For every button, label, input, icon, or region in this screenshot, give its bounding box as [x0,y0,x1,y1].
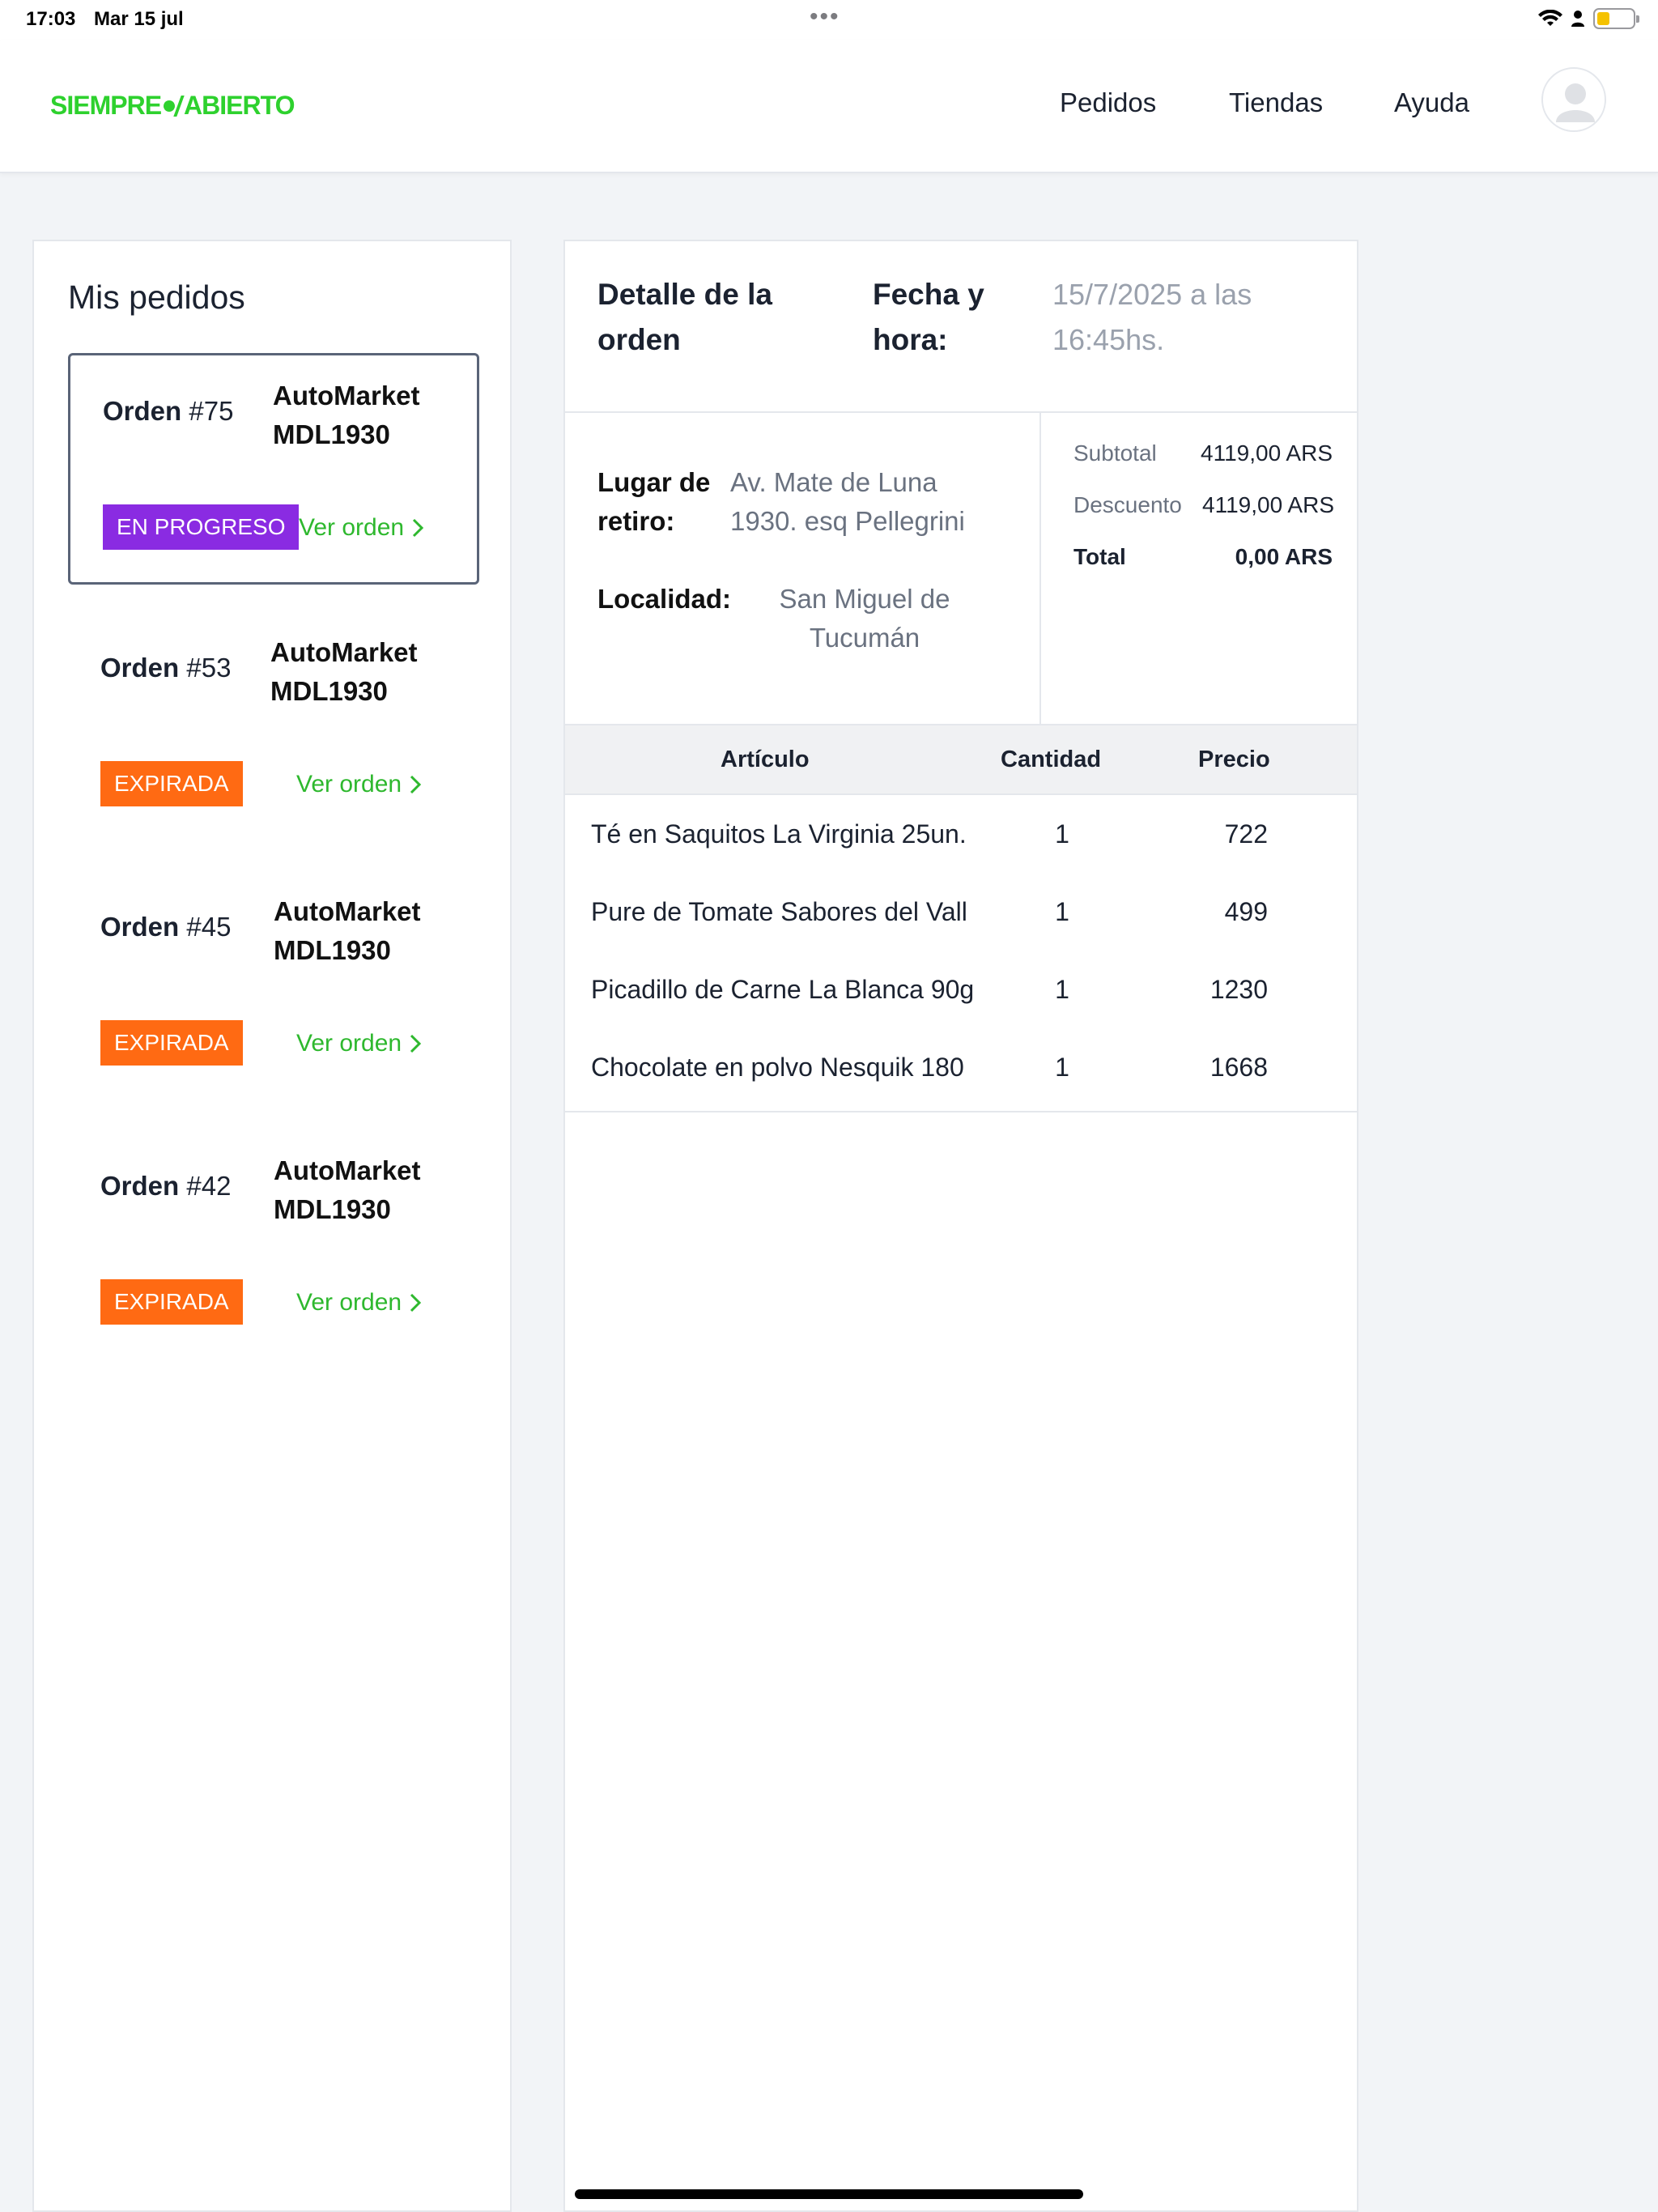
item-quantity: 1 [1055,1053,1069,1082]
ver-orden-link[interactable]: Ver orden [296,1030,423,1057]
order-store: AutoMarket MDL1930 [274,896,421,965]
ver-orden-link[interactable]: Ver orden [296,771,423,798]
order-number: Orden #45 [100,912,231,942]
subtotal-label: Subtotal [1073,440,1157,466]
order-card[interactable]: Orden #45 AutoMarket MDL1930 EXPIRADA Ve… [68,871,479,1103]
order-label: Orden [103,396,182,426]
item-quantity: 1 [1055,819,1069,849]
battery-level [1597,12,1609,25]
status-icons [1538,8,1639,29]
order-id: #45 [186,912,232,942]
locality-value: San Miguel de Tucumán [779,584,950,653]
total-value: 0,00 ARS [1235,544,1333,569]
chevron-right-icon [413,518,424,538]
item-quantity: 1 [1055,897,1069,926]
nav-tiendas[interactable]: Tiendas [1229,87,1323,118]
order-card[interactable]: Orden #42 AutoMarket MDL1930 EXPIRADA Ve… [68,1130,479,1362]
status-badge: EXPIRADA [100,1020,243,1066]
ver-orden-link[interactable]: Ver orden [296,1289,423,1317]
ver-orden-label: Ver orden [299,514,405,541]
order-card[interactable]: Orden #53 AutoMarket MDL1930 EXPIRADA Ve… [68,612,479,844]
table-row: Pure de Tomate Sabores del Vall 1 499 [565,874,1357,952]
divider [565,1111,1357,1112]
status-bar: 17:03 Mar 15 jul ••• [0,0,1658,40]
item-price: 499 [1224,897,1268,926]
status-badge: EN PROGRESO [103,504,300,550]
orders-panel-title: Mis pedidos [68,279,245,316]
order-detail-panel: Detalle de la orden Fecha y hora: 15/7/2… [563,240,1358,2212]
locality-label: Localidad: [597,584,732,614]
ver-orden-label: Ver orden [296,771,402,798]
ver-orden-label: Ver orden [296,1289,402,1316]
status-badge: EXPIRADA [100,761,243,806]
table-row: Chocolate en polvo Nesquik 180 1 1668 [565,1030,1357,1108]
item-price: 722 [1224,819,1268,849]
table-row: Picadillo de Carne La Blanca 90g 1 1230 [565,952,1357,1030]
order-number: Orden #42 [100,1171,231,1202]
order-id: #75 [189,396,234,426]
item-price: 1230 [1209,975,1268,1004]
battery-icon [1593,8,1639,29]
user-avatar-button[interactable] [1541,67,1606,132]
ver-orden-link[interactable]: Ver orden [299,514,425,542]
item-price: 1668 [1209,1053,1268,1082]
table-row: Té en Saquitos La Virginia 25un. 1 722 [565,797,1357,874]
date-value: 15/7/2025 a las 16:45hs. [1052,278,1252,356]
brand-logo[interactable]: SIEMPRE ABIERTO [50,91,295,121]
pickup-label: Lugar de retiro: [597,467,711,536]
item-name: Té en Saquitos La Virginia 25un. [591,819,967,849]
date-label: Fecha y hora: [873,278,984,356]
column-header-articulo: Artículo [721,747,810,772]
column-header-precio: Precio [1198,747,1270,772]
column-header-cantidad: Cantidad [1001,747,1102,772]
divider [565,411,1357,413]
wifi-icon [1538,10,1562,26]
item-name: Pure de Tomate Sabores del Vall [591,897,967,926]
status-date: Mar 15 jul [94,8,184,30]
nav-pedidos[interactable]: Pedidos [1060,87,1156,118]
discount-label: Descuento [1073,492,1182,517]
order-number: Orden #75 [103,396,233,427]
ver-orden-label: Ver orden [296,1030,402,1057]
item-quantity: 1 [1055,975,1069,1004]
person-icon [1571,11,1584,27]
discount-value: 4119,00 ARS [1202,492,1334,517]
order-store: AutoMarket MDL1930 [273,381,420,449]
logo-dot [164,100,176,112]
order-card[interactable]: Orden #75 AutoMarket MDL1930 EN PROGRESO… [68,353,479,585]
order-id: #53 [186,653,232,683]
pickup-value: Av. Mate de Luna 1930. esq Pellegrini [730,467,965,536]
order-store: AutoMarket MDL1930 [270,637,418,706]
order-label: Orden [100,653,180,683]
status-badge: EXPIRADA [100,1279,243,1325]
order-number: Orden #53 [100,653,231,683]
user-avatar-icon [1556,83,1595,122]
divider-vertical [1039,411,1041,724]
logo-text-right: ABIERTO [184,91,295,120]
logo-slash-icon [173,95,185,117]
order-detail-title: Detalle de la orden [597,278,772,356]
nav-ayuda[interactable]: Ayuda [1394,87,1469,118]
home-indicator[interactable] [575,2189,1083,2199]
total-label: Total [1073,544,1126,569]
item-name: Picadillo de Carne La Blanca 90g [591,975,975,1004]
item-name: Chocolate en polvo Nesquik 180 [591,1053,964,1082]
chevron-right-icon [410,1034,422,1053]
order-label: Orden [100,912,180,942]
items-table-header: Artículo Cantidad Precio [565,724,1357,795]
order-label: Orden [100,1171,180,1201]
chevron-right-icon [410,775,422,794]
subtotal-value: 4119,00 ARS [1201,440,1333,466]
top-navbar: SIEMPRE ABIERTO Pedidos Tiendas Ayuda [0,40,1658,173]
orders-panel: Mis pedidos Orden #75 AutoMarket MDL1930… [32,240,512,2212]
logo-text-left: SIEMPRE [50,91,162,120]
multitasking-dots[interactable]: ••• [810,3,840,31]
chevron-right-icon [410,1293,422,1312]
order-id: #42 [186,1171,232,1201]
status-time: 17:03 [26,8,76,30]
order-store: AutoMarket MDL1930 [274,1155,421,1224]
